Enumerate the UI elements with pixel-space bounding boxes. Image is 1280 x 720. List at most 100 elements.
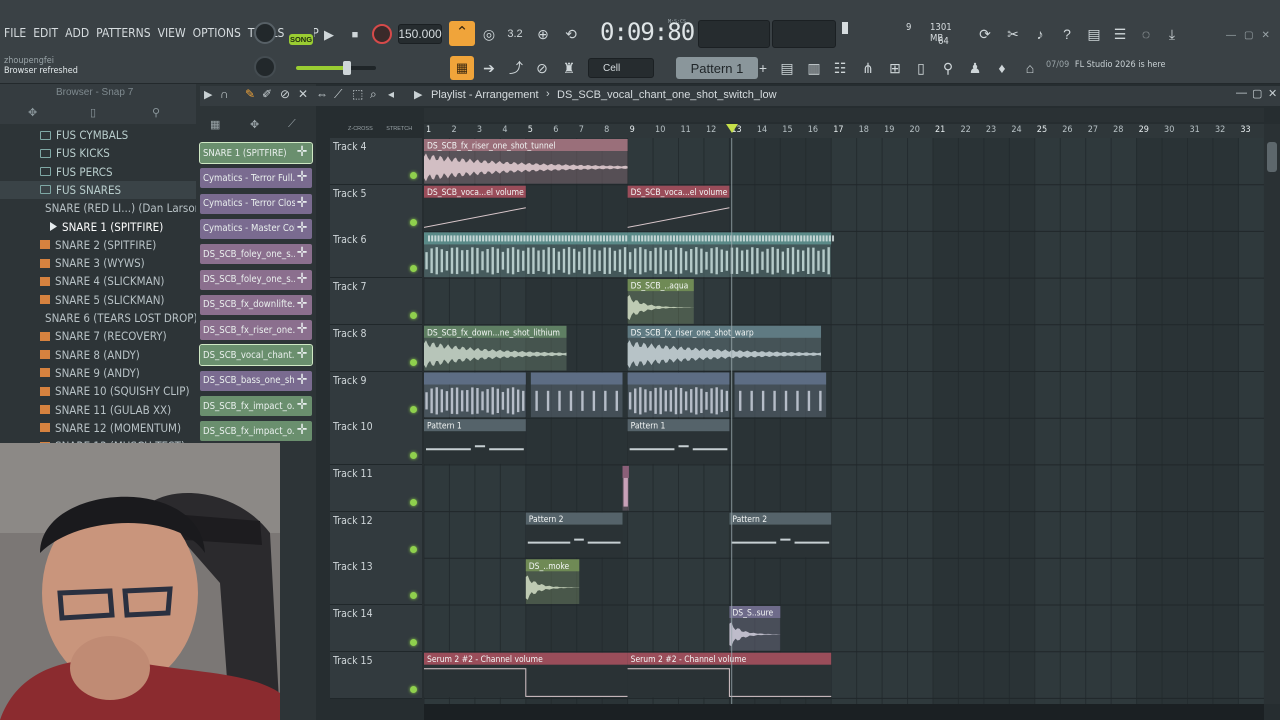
blend-notes-icon[interactable]: ⊕	[532, 23, 554, 45]
help-icon[interactable]: ?	[1055, 22, 1079, 46]
playlist-clip[interactable]: Pattern 1	[424, 419, 526, 464]
piano-roll-icon[interactable]: ▥	[803, 57, 825, 79]
magnet-icon[interactable]: ∩	[220, 87, 229, 101]
browser-folder[interactable]: FUS SNARES	[0, 180, 196, 199]
browser-file[interactable]: SNARE 7 (RECOVERY)	[0, 327, 196, 345]
rack-slice-icon[interactable]: ⟋	[288, 118, 296, 131]
channel-plus-icon[interactable]: ✛	[295, 170, 309, 185]
overview-strip[interactable]	[424, 108, 1264, 122]
menu-add[interactable]: ADD	[65, 26, 89, 40]
slide-icon[interactable]: ⤴	[505, 57, 527, 79]
track-header[interactable]: Track 6	[330, 231, 422, 279]
countdown-icon[interactable]: 3.2	[504, 23, 526, 45]
pencil-tool-icon[interactable]: ✎	[245, 87, 255, 101]
channel-button[interactable]: SNARE 1 (SPITFIRE) ✛	[199, 142, 313, 164]
menu-view[interactable]: VIEW	[158, 26, 186, 40]
browser-file[interactable]: SNARE 3 (WYWS)	[0, 254, 196, 272]
browser-file[interactable]: SNARE 12 (MOMENTUM)	[0, 419, 196, 437]
playlist-clip[interactable]	[627, 232, 835, 278]
playlist-clip[interactable]: DS_SCB_fx_riser_one_shot_tunnel	[424, 139, 628, 184]
track-mute-led[interactable]	[410, 639, 417, 646]
news-ticker[interactable]: 07/09 FL Studio 2026 is here	[1046, 60, 1186, 76]
browser-file[interactable]: SNARE 11 (GULAB XX)	[0, 401, 196, 419]
browser-file[interactable]: SNARE 9 (ANDY)	[0, 364, 196, 382]
playlist-clip[interactable]: DS_SCB_fx_down...ne_shot_lithium	[424, 325, 567, 371]
track-mute-led[interactable]	[410, 498, 417, 506]
menu-file[interactable]: FILE	[4, 26, 26, 40]
metronome-button[interactable]: ⌃	[449, 21, 475, 46]
zoom-tool-icon[interactable]: ⌕	[370, 87, 377, 102]
channel-plus-icon[interactable]: ✛	[295, 272, 309, 287]
snap-selector[interactable]: Cell	[588, 58, 654, 78]
playlist-clip[interactable]: DS_SCB_..aqua	[627, 279, 694, 324]
chat-icon[interactable]: ◌	[1134, 22, 1158, 46]
track-mute-led[interactable]	[410, 172, 417, 179]
track-header[interactable]: Track 13	[330, 558, 422, 606]
timeline-ruler[interactable]: 1 2 3 4 5 6 7 8 9 10 11 12 13 14 15 16 17 18 19 20 21 22 23 24 2…	[424, 124, 1264, 138]
pat-song-toggle[interactable]: SONG	[288, 22, 314, 46]
undo-icon[interactable]: ⟳	[973, 22, 997, 46]
track-mute-led[interactable]	[410, 545, 417, 553]
track-mute-led[interactable]	[410, 452, 417, 460]
browser-file-icon[interactable]: ▯	[90, 106, 96, 119]
stamp-icon[interactable]: ♜	[558, 57, 580, 79]
microphone-icon[interactable]: ♪	[1028, 22, 1052, 46]
browser-window-icon[interactable]: ⊞	[884, 57, 906, 79]
playlist-clip[interactable]	[627, 372, 730, 418]
channel-plus-icon[interactable]: ✛	[295, 398, 309, 413]
arrow-right-icon[interactable]: ➔	[478, 57, 500, 79]
rack-move-icon[interactable]: ✥	[250, 118, 259, 131]
slice-tool-icon[interactable]: ⟋	[334, 87, 342, 102]
track-header[interactable]: Track 4	[330, 138, 422, 185]
delete-tool-icon[interactable]: ⊘	[280, 87, 290, 101]
vertical-scrollbar[interactable]	[1264, 124, 1280, 704]
playlist-clip[interactable]: DS_SCB_voca...el volume	[424, 185, 526, 231]
playhead-marker[interactable]	[725, 124, 738, 133]
tempo-tapper-icon[interactable]: ♦	[991, 57, 1013, 79]
channel-plus-icon[interactable]: ✛	[295, 373, 309, 388]
master-volume-knob[interactable]	[254, 22, 276, 44]
channel-button[interactable]: DS_SCB_foley_one_s... ✛	[200, 244, 312, 265]
channel-plus-icon[interactable]: ✛	[295, 347, 309, 362]
minimize-icon[interactable]: —	[1226, 30, 1236, 42]
channel-plus-icon[interactable]: ✛	[295, 423, 309, 438]
playlist-clip[interactable]	[734, 372, 827, 418]
channel-button[interactable]: DS_SCB_foley_one_s... ✛	[200, 269, 312, 290]
playlist-toggle-button[interactable]: ▦	[450, 56, 474, 80]
playlist-clip[interactable]	[424, 232, 631, 278]
browser-folder[interactable]: FUS CYMBALS	[0, 126, 196, 144]
arrangement-grid[interactable]: DS_SCB_fx_riser_one_shot_tunnel DS_SCB_vo…	[424, 138, 1264, 704]
track-mute-led[interactable]	[410, 592, 417, 600]
browser-file[interactable]: SNARE 4 (SLICKMAN)	[0, 272, 196, 290]
select-tool-icon[interactable]: ⬚	[352, 87, 363, 101]
track-header[interactable]: Track 9	[330, 371, 422, 419]
channel-plus-icon[interactable]: ✛	[295, 297, 309, 312]
playlist-clip[interactable]: DS_SCB_voca...el volume	[627, 185, 730, 231]
time-display[interactable]: 0:09:80 M:S:CS	[600, 18, 696, 50]
mute-tool-icon[interactable]: ✕	[298, 87, 308, 101]
track-header[interactable]: Track 11	[330, 464, 422, 512]
track-mute-led[interactable]	[410, 265, 417, 273]
horizontal-scrollbar[interactable]	[424, 704, 1264, 720]
download-icon[interactable]: ⤓	[1160, 22, 1184, 46]
browser-file[interactable]: SNARE 2 (SPITFIRE)	[0, 236, 196, 254]
slip-tool-icon[interactable]: ⇔	[316, 87, 328, 101]
playlist-menu-icon[interactable]: ▶	[414, 88, 422, 101]
track-mute-led[interactable]	[410, 358, 417, 366]
browser-file[interactable]: SNARE 1 (SPITFIRE)	[0, 218, 196, 236]
master-pitch-knob[interactable]	[254, 56, 276, 78]
browser-folder[interactable]: FUS KICKS	[0, 144, 196, 162]
touch-keyboard-icon[interactable]: ♟	[964, 57, 986, 79]
track-mute-led[interactable]	[410, 685, 417, 693]
channel-button[interactable]: DS_SCB_fx_riser_one... ✛	[200, 320, 312, 341]
channel-plus-icon[interactable]: ✛	[295, 221, 309, 236]
mixer-icon[interactable]: ☰	[1108, 22, 1132, 46]
channel-button[interactable]: DS_SCB_vocal_chant... ✛	[199, 344, 313, 367]
playlist-minimize-icon[interactable]: —	[1236, 87, 1247, 99]
channel-button[interactable]: Cymatics - Master Col... ✛	[200, 218, 312, 239]
track-header[interactable]: Track 12	[330, 511, 422, 559]
channel-rack-icon[interactable]: ☷	[829, 57, 851, 79]
playlist-window-icon[interactable]: ▤	[776, 57, 798, 79]
browser-file[interactable]: SNARE (RED LI...) (Dan Larson)	[0, 199, 205, 217]
playlist-clip[interactable]: Pattern 1	[627, 419, 730, 464]
